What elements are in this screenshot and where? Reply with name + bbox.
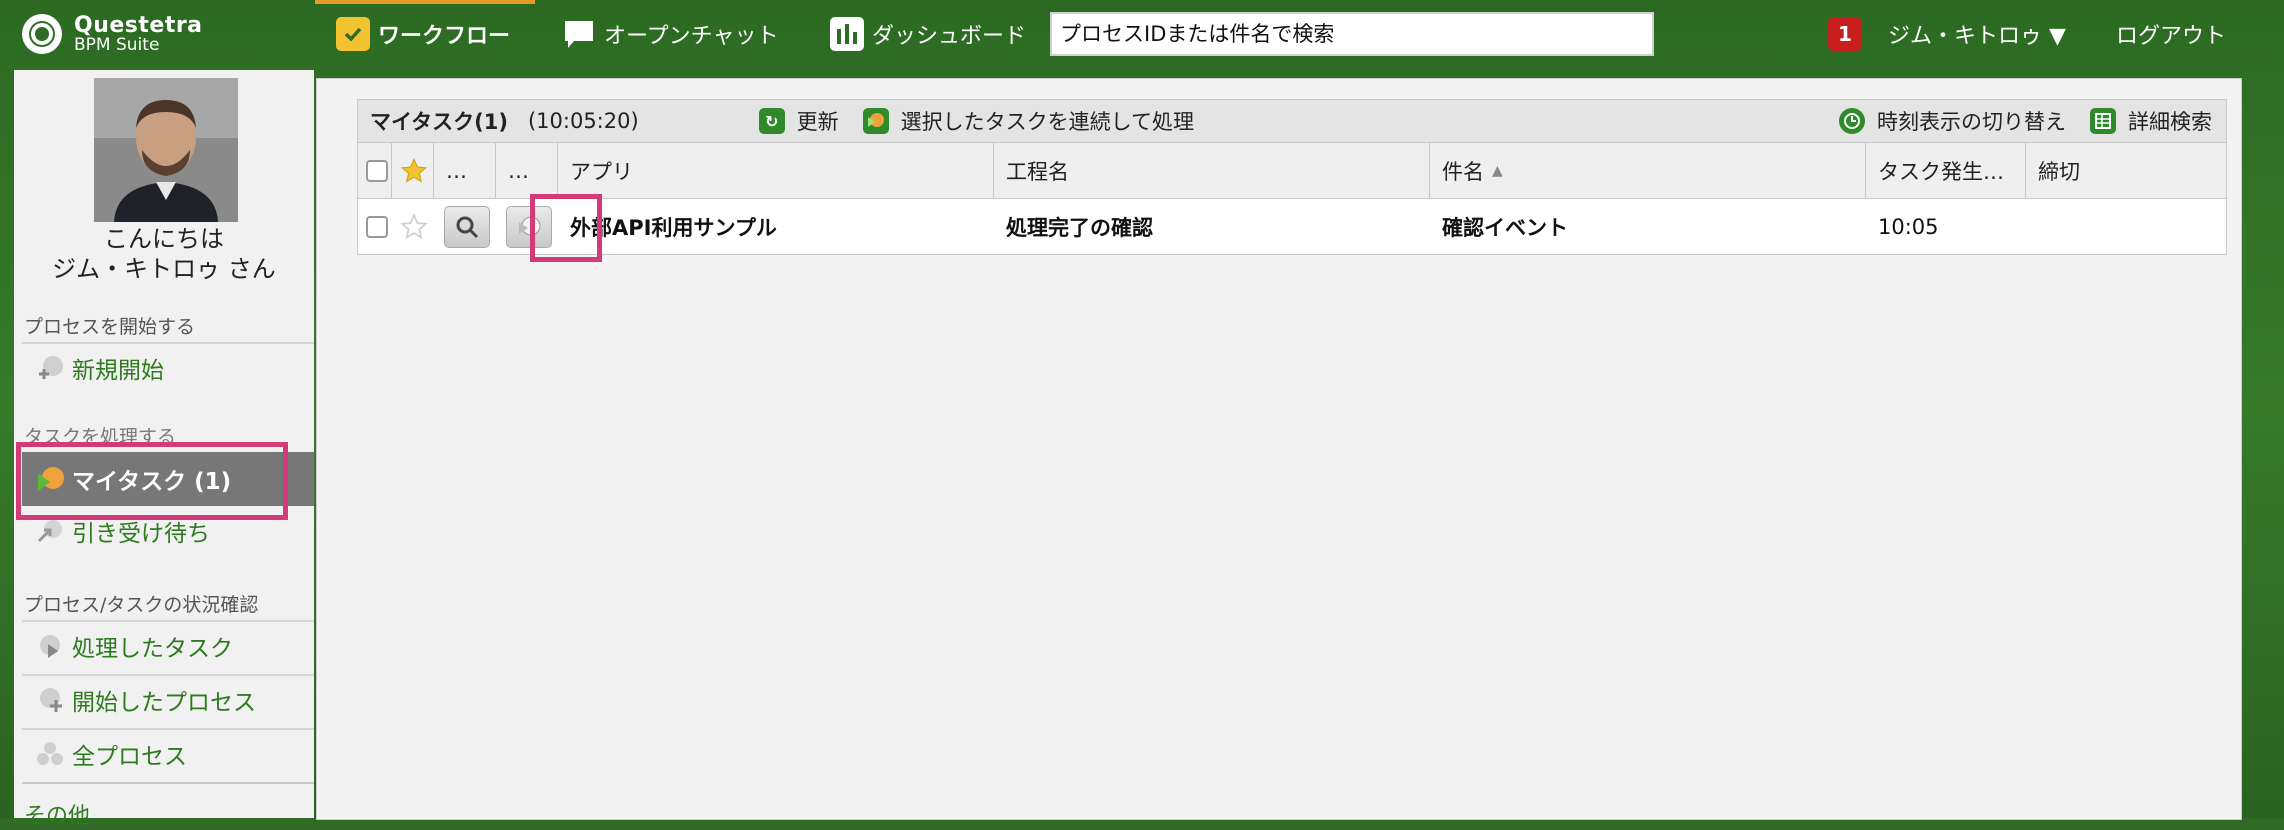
questetra-logo[interactable]: Questetra BPM Suite bbox=[22, 10, 203, 58]
toggle-time-label: 時刻表示の切り替え bbox=[1877, 110, 2066, 134]
tab-open-chat-label: オープンチャット bbox=[604, 24, 779, 49]
section-other[interactable]: その他 bbox=[24, 798, 90, 830]
logout-link[interactable]: ログアウト bbox=[2116, 18, 2226, 50]
row-process-cell bbox=[496, 199, 558, 254]
new-process-icon bbox=[36, 354, 64, 382]
refresh-icon: ↻ bbox=[758, 108, 785, 134]
app-frame: Questetra BPM Suite ワークフロー オープンチャット ダッシュ… bbox=[0, 0, 2284, 829]
checkmark-icon bbox=[336, 17, 370, 51]
search-input[interactable] bbox=[1050, 12, 1654, 56]
sidebar-item-started-processes[interactable]: 開始したプロセス bbox=[22, 674, 314, 724]
section-status-check: プロセス/タスクの状況確認 bbox=[24, 594, 259, 616]
greeting-user: ジム・キトロゥ さん bbox=[52, 255, 276, 283]
row-subject[interactable]: 確認イベント bbox=[1430, 199, 1866, 254]
column-app[interactable]: アプリ bbox=[558, 143, 994, 198]
logo-icon bbox=[22, 14, 62, 54]
magnifier-icon bbox=[456, 216, 479, 238]
process-task-button[interactable] bbox=[506, 205, 552, 248]
refresh-label: 更新 bbox=[796, 110, 839, 134]
chat-bubble-icon bbox=[562, 17, 596, 51]
top-bar: Questetra BPM Suite ワークフロー オープンチャット ダッシュ… bbox=[0, 0, 2284, 68]
my-task-icon bbox=[36, 465, 64, 493]
row-star-cell bbox=[392, 199, 434, 254]
batch-process-button[interactable]: 選択したタスクを連続して処理 bbox=[862, 106, 1195, 136]
notification-badge[interactable]: 1 bbox=[1828, 17, 1862, 51]
started-process-icon bbox=[36, 686, 64, 714]
more-column-1[interactable]: … bbox=[434, 143, 496, 198]
dashboard-icon bbox=[830, 17, 864, 51]
tab-open-chat[interactable]: オープンチャット bbox=[562, 6, 778, 62]
section-process-task: タスクを処理する bbox=[24, 426, 177, 448]
sidebar-item-label: 引き受け待ち bbox=[72, 521, 210, 547]
detail-search-button[interactable] bbox=[444, 205, 490, 248]
advanced-search-button[interactable]: 詳細検索 bbox=[2090, 106, 2212, 136]
star-icon bbox=[400, 157, 428, 183]
sidebar-item-label: 開始したプロセス bbox=[72, 690, 256, 716]
grid-toolbar: マイタスク(1) (10:05:20) ↻ 更新 選択したタスクを連続して処理 … bbox=[357, 99, 2227, 143]
grid-refresh-time: (10:05:20) bbox=[527, 109, 639, 133]
sidebar-item-label: 全プロセス bbox=[72, 744, 187, 770]
sidebar-divider bbox=[22, 782, 314, 784]
row-checkbox[interactable] bbox=[366, 215, 388, 238]
sidebar-item-all-processes[interactable]: 全プロセス bbox=[22, 728, 314, 778]
tab-dashboard-label: ダッシュボード bbox=[872, 24, 1027, 49]
sidebar-item-label: 新規開始 bbox=[72, 358, 164, 384]
greeting: こんにちは ジム・キトロゥ さん bbox=[14, 224, 314, 284]
refresh-button[interactable]: ↻ 更新 bbox=[758, 106, 839, 136]
sidebar-item-label: マイタスク (1) bbox=[72, 469, 232, 495]
toggle-time-button[interactable]: 時刻表示の切り替え bbox=[1839, 106, 2066, 136]
grid-column-headers: … … アプリ 工程名 件名 ▲ タスク発生… 締切 bbox=[357, 143, 2227, 199]
column-subject: 件名 bbox=[1442, 159, 1484, 184]
done-task-icon bbox=[36, 632, 64, 660]
batch-task-icon bbox=[862, 108, 889, 134]
all-processes-icon bbox=[36, 740, 64, 768]
row-deadline bbox=[2026, 199, 2186, 254]
sidebar-item-label: 処理したタスク bbox=[72, 636, 233, 662]
row-checkbox-cell bbox=[358, 199, 392, 254]
row-task-created: 10:05 bbox=[1878, 214, 1939, 239]
tab-workflow[interactable]: ワークフロー bbox=[336, 6, 510, 62]
main-panel: マイタスク(1) (10:05:20) ↻ 更新 選択したタスクを連続して処理 … bbox=[316, 78, 2242, 820]
row-detail-cell bbox=[434, 199, 496, 254]
batch-process-label: 選択したタスクを連続して処理 bbox=[900, 110, 1195, 134]
clock-icon bbox=[1839, 108, 1865, 134]
sidebar: こんにちは ジム・キトロゥ さん プロセスを開始する 新規開始 タスクを処理する… bbox=[14, 70, 314, 829]
sidebar-item-new-start[interactable]: 新規開始 bbox=[22, 342, 314, 392]
select-all-cell bbox=[358, 143, 392, 198]
sidebar-item-my-tasks[interactable]: マイタスク (1) bbox=[22, 452, 314, 506]
advanced-search-label: 詳細検索 bbox=[2128, 110, 2212, 134]
row-step[interactable]: 処理完了の確認 bbox=[994, 199, 1430, 254]
column-step[interactable]: 工程名 bbox=[994, 143, 1430, 198]
more-column-2[interactable]: … bbox=[496, 143, 558, 198]
tab-dashboard[interactable]: ダッシュボード bbox=[830, 6, 1026, 62]
logo-text: Questetra BPM Suite bbox=[74, 12, 203, 55]
select-all-checkbox[interactable] bbox=[366, 159, 388, 182]
hand-over-icon bbox=[36, 517, 64, 545]
logo-sub: BPM Suite bbox=[74, 34, 160, 55]
sidebar-item-awaiting[interactable]: 引き受け待ち bbox=[22, 506, 314, 556]
user-menu[interactable]: ジム・キトロゥ ▼ bbox=[1888, 18, 2066, 50]
active-tab-indicator bbox=[315, 0, 535, 4]
tab-workflow-label: ワークフロー bbox=[378, 24, 511, 49]
sidebar-item-done-tasks[interactable]: 処理したタスク bbox=[22, 620, 314, 670]
table-icon bbox=[2090, 108, 2116, 134]
column-subject-header[interactable]: 件名 ▲ bbox=[1430, 143, 1866, 198]
logo-name: Questetra bbox=[74, 12, 203, 38]
greeting-line1: こんにちは bbox=[104, 225, 224, 253]
grid-title: マイタスク(1) bbox=[370, 110, 508, 134]
section-start-process: プロセスを開始する bbox=[24, 316, 196, 338]
sort-asc-icon: ▲ bbox=[1492, 162, 1503, 179]
column-task-created[interactable]: タスク発生… bbox=[1866, 143, 2026, 198]
column-deadline[interactable]: 締切 bbox=[2026, 143, 2186, 198]
star-column-header[interactable] bbox=[392, 143, 434, 198]
avatar bbox=[94, 78, 238, 222]
row-app[interactable]: 外部API利用サンプル bbox=[558, 199, 994, 254]
star-outline-icon[interactable] bbox=[400, 212, 428, 241]
process-task-icon bbox=[519, 216, 541, 235]
table-row[interactable]: 外部API利用サンプル 処理完了の確認 確認イベント 10:05 bbox=[357, 199, 2227, 255]
